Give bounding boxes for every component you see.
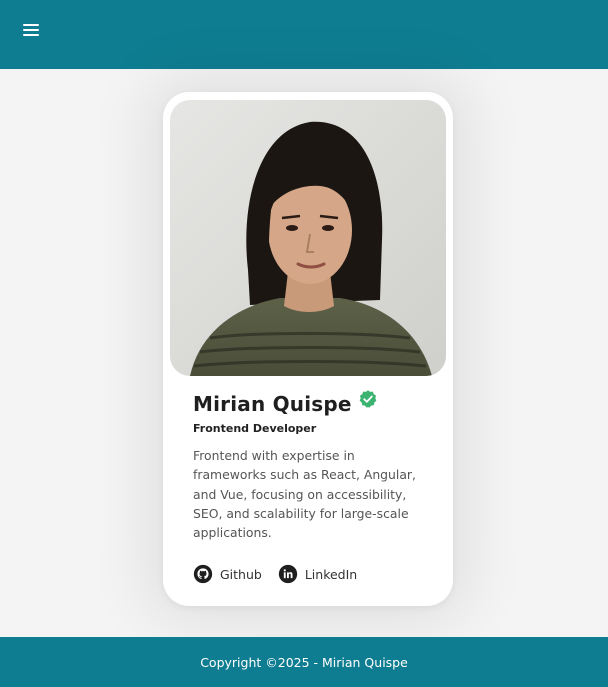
profile-role: Frontend Developer <box>193 422 317 435</box>
profile-card: Mirian Quispe Frontend Developer Fronten… <box>163 92 453 606</box>
profile-bio: Frontend with expertise in frameworks su… <box>193 448 416 541</box>
github-link-label: Github <box>220 566 262 582</box>
linkedin-link[interactable]: LinkedIn <box>278 564 357 584</box>
github-icon <box>193 564 213 584</box>
github-link[interactable]: Github <box>193 564 262 584</box>
footer: Copyright ©2025 - Mirian Quispe <box>0 637 608 687</box>
profile-name: Mirian Quispe <box>193 392 352 416</box>
linkedin-icon <box>278 564 298 584</box>
profile-photo <box>170 100 446 376</box>
linkedin-link-label: LinkedIn <box>304 566 358 582</box>
social-links: Github LinkedIn <box>193 564 373 584</box>
top-navbar <box>0 0 608 69</box>
hamburger-menu-icon[interactable] <box>22 22 40 38</box>
verified-check-icon <box>359 390 376 408</box>
name-row: Mirian Quispe <box>193 390 378 416</box>
copyright-text: Copyright ©2025 - Mirian Quispe <box>200 654 408 670</box>
